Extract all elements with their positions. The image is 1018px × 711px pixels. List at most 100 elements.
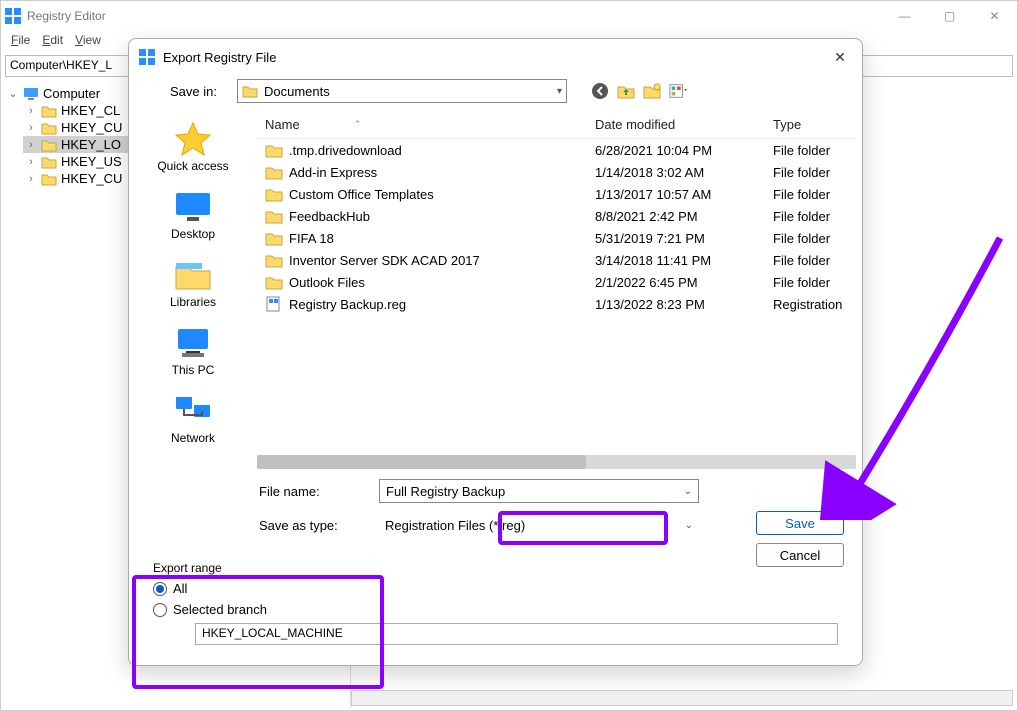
back-icon[interactable]: [591, 82, 609, 100]
main-title: Registry Editor: [27, 9, 106, 23]
file-name: FeedbackHub: [289, 209, 370, 224]
save-as-type-value: Registration Files (*.reg): [385, 518, 525, 533]
network-icon: [172, 393, 214, 429]
place-label: Desktop: [171, 227, 215, 241]
registry-icon: [139, 49, 155, 65]
expand-icon[interactable]: ›: [25, 139, 37, 151]
view-menu-icon[interactable]: [669, 82, 687, 100]
file-name: .tmp.drivedownload: [289, 143, 402, 158]
new-folder-icon[interactable]: [643, 82, 661, 100]
chevron-down-icon: ⌄: [684, 486, 692, 497]
file-name-label: File name:: [259, 484, 369, 499]
file-row[interactable]: .tmp.drivedownload 6/28/2021 10:04 PM Fi…: [257, 139, 856, 161]
computer-icon: [23, 87, 39, 101]
minimize-button[interactable]: —: [882, 1, 927, 31]
tree-node-label: HKEY_US: [61, 154, 122, 169]
sort-asc-icon: ⌃: [354, 119, 362, 130]
menu-edit[interactable]: Edit: [38, 31, 67, 53]
file-date: 1/14/2018 3:02 AM: [595, 165, 773, 180]
radio-all[interactable]: All: [153, 581, 838, 596]
menu-file[interactable]: File: [7, 31, 34, 53]
file-row[interactable]: FIFA 18 5/31/2019 7:21 PM File folder: [257, 227, 856, 249]
save-in-combo[interactable]: Documents ▾: [237, 79, 567, 103]
file-row[interactable]: FeedbackHub 8/8/2021 2:42 PM File folder: [257, 205, 856, 227]
folder-icon: [41, 138, 57, 152]
dialog-title: Export Registry File: [163, 50, 276, 65]
save-in-label: Save in:: [159, 84, 217, 99]
col-type-header[interactable]: Type: [773, 117, 848, 132]
places-bar: Quick access Desktop Libraries This PC N…: [129, 111, 257, 469]
folder-icon: [265, 208, 283, 224]
file-name: Registry Backup.reg: [289, 297, 406, 312]
dialog-titlebar: Export Registry File ✕: [129, 39, 862, 75]
folder-icon: [242, 84, 258, 98]
folder-icon: [265, 142, 283, 158]
branch-input[interactable]: HKEY_LOCAL_MACHINE: [195, 623, 838, 645]
folder-icon: [41, 121, 57, 135]
file-date: 8/8/2021 2:42 PM: [595, 209, 773, 224]
place-network[interactable]: Network: [148, 389, 238, 449]
file-name: Outlook Files: [289, 275, 365, 290]
file-type: File folder: [773, 143, 848, 158]
file-date: 5/31/2019 7:21 PM: [595, 231, 773, 246]
file-type: File folder: [773, 187, 848, 202]
file-name: Inventor Server SDK ACAD 2017: [289, 253, 480, 268]
collapse-icon[interactable]: ⌄: [7, 87, 19, 100]
file-row[interactable]: Add-in Express 1/14/2018 3:02 AM File fo…: [257, 161, 856, 183]
file-list[interactable]: Name ⌃ Date modified Type .tmp.drivedownl…: [257, 111, 862, 469]
export-range-group: Export range All Selected branch HKEY_LO…: [141, 555, 850, 655]
export-dialog: Export Registry File ✕ Save in: Document…: [128, 38, 863, 666]
save-button[interactable]: Save: [756, 511, 844, 535]
folder-icon: [265, 186, 283, 202]
file-name-value: Full Registry Backup: [386, 484, 505, 499]
file-row[interactable]: Inventor Server SDK ACAD 2017 3/14/2018 …: [257, 249, 856, 271]
save-as-type-combo[interactable]: Registration Files (*.reg) ⌄: [379, 513, 699, 537]
tree-node-label: HKEY_CU: [61, 171, 122, 186]
expand-icon[interactable]: ›: [25, 122, 37, 134]
save-as-type-label: Save as type:: [259, 518, 369, 533]
place-desktop[interactable]: Desktop: [148, 185, 238, 245]
file-type: File folder: [773, 275, 848, 290]
reg-file-icon: [265, 296, 283, 312]
file-name-input[interactable]: Full Registry Backup ⌄: [379, 479, 699, 503]
file-name: Custom Office Templates: [289, 187, 434, 202]
menu-view[interactable]: View: [71, 31, 105, 53]
close-button[interactable]: ✕: [972, 1, 1017, 31]
file-row[interactable]: Outlook Files 2/1/2022 6:45 PM File fold…: [257, 271, 856, 293]
chevron-down-icon: ⌄: [685, 520, 693, 531]
expand-icon[interactable]: ›: [25, 156, 37, 168]
radio-all-label: All: [173, 581, 187, 596]
registry-icon: [5, 8, 21, 24]
place-libraries[interactable]: Libraries: [148, 253, 238, 313]
radio-selected-branch[interactable]: Selected branch: [153, 602, 838, 617]
maximize-button[interactable]: ▢: [927, 1, 972, 31]
place-quick-access[interactable]: Quick access: [148, 117, 238, 177]
col-date-header[interactable]: Date modified: [595, 117, 773, 132]
column-headers[interactable]: Name ⌃ Date modified Type: [257, 111, 856, 139]
place-label: Libraries: [170, 295, 216, 309]
file-type: File folder: [773, 231, 848, 246]
radio-selected-label: Selected branch: [173, 602, 267, 617]
dialog-close-button[interactable]: ✕: [828, 45, 852, 69]
file-date: 2/1/2022 6:45 PM: [595, 275, 773, 290]
file-date: 3/14/2018 11:41 PM: [595, 253, 773, 268]
file-type: File folder: [773, 253, 848, 268]
file-row[interactable]: Custom Office Templates 1/13/2017 10:57 …: [257, 183, 856, 205]
file-row[interactable]: Registry Backup.reg 1/13/2022 8:23 PM Re…: [257, 293, 856, 315]
place-label: Quick access: [157, 159, 228, 173]
tree-root-label: Computer: [43, 86, 100, 101]
file-type: Registration: [773, 297, 848, 312]
file-date: 1/13/2017 10:57 AM: [595, 187, 773, 202]
libraries-icon: [172, 257, 214, 293]
place-this-pc[interactable]: This PC: [148, 321, 238, 381]
horizontal-scrollbar[interactable]: [351, 690, 1013, 706]
expand-icon[interactable]: ›: [25, 105, 37, 117]
file-list-hscroll[interactable]: [257, 455, 856, 469]
up-one-level-icon[interactable]: [617, 82, 635, 100]
expand-icon[interactable]: ›: [25, 173, 37, 185]
folder-icon: [265, 274, 283, 290]
col-name-header[interactable]: Name: [265, 117, 300, 132]
file-date: 6/28/2021 10:04 PM: [595, 143, 773, 158]
file-type: File folder: [773, 209, 848, 224]
save-in-value: Documents: [264, 84, 330, 99]
